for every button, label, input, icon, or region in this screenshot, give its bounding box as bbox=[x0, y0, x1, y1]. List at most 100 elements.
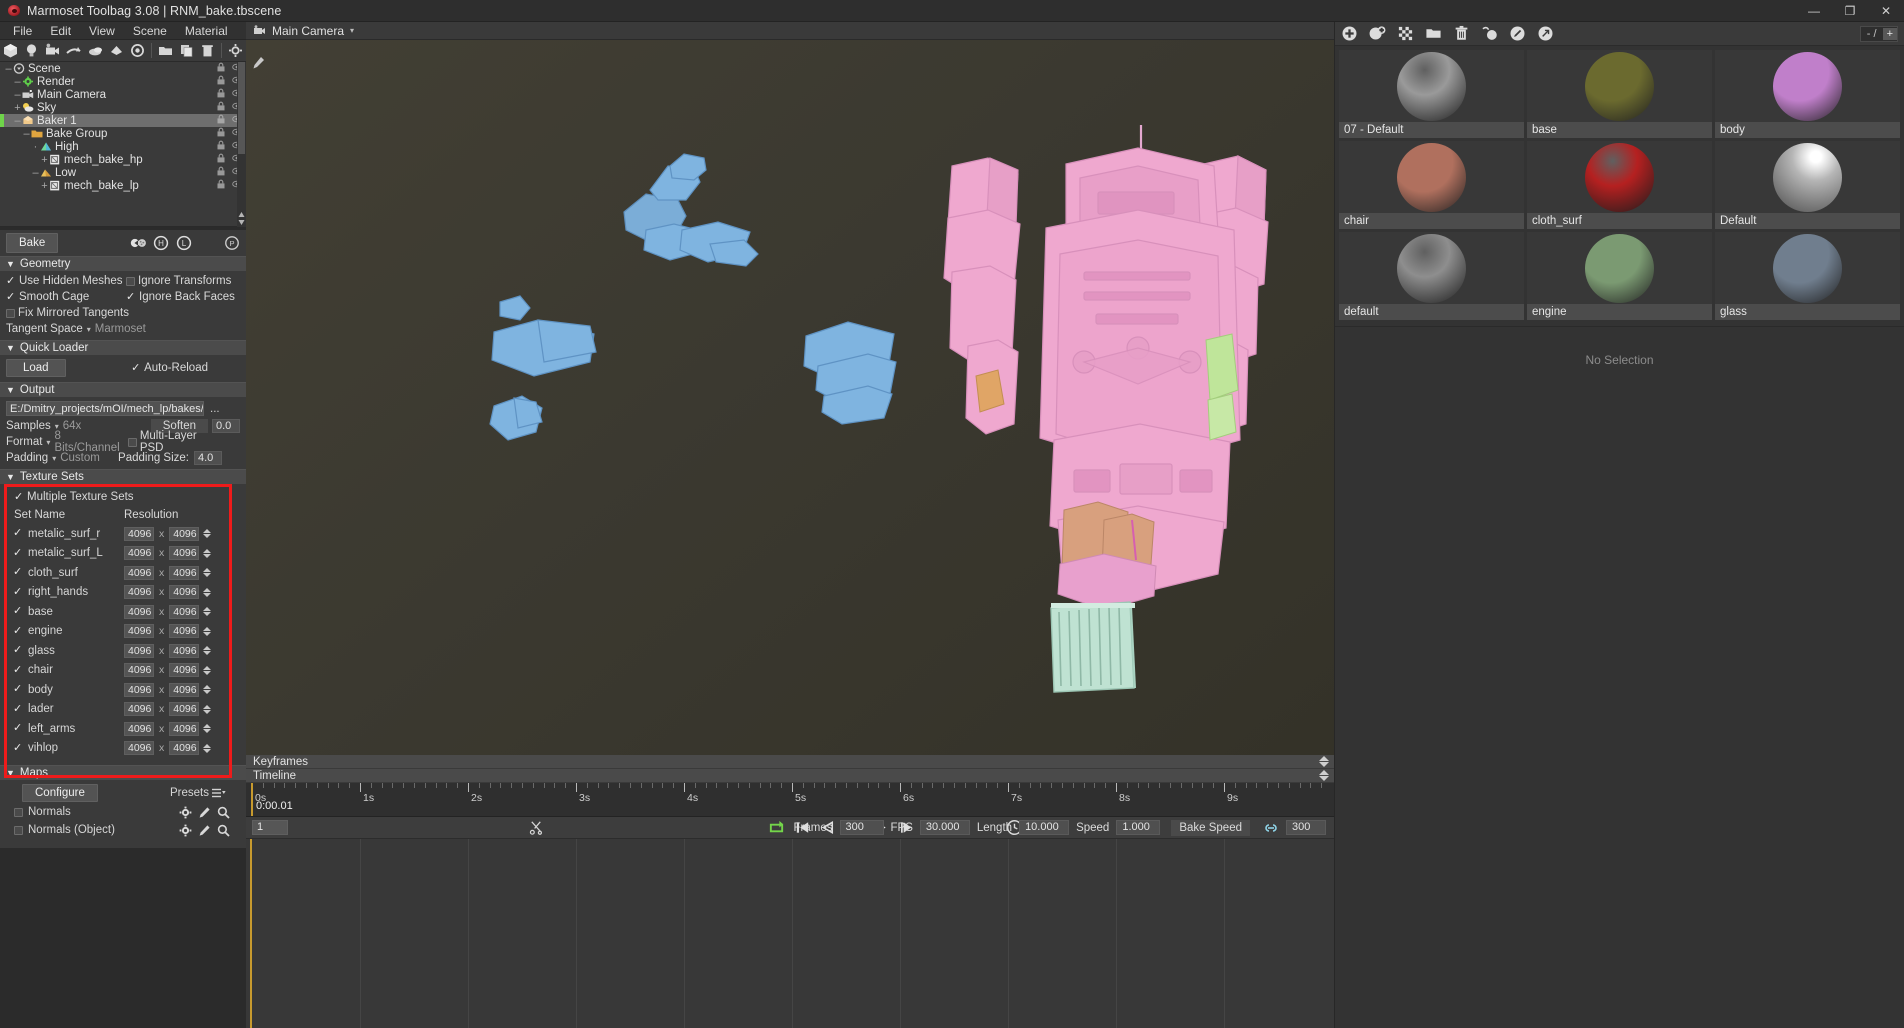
texture-set-checkbox[interactable]: ✓ bbox=[13, 704, 23, 715]
scroll-down-icon[interactable] bbox=[238, 219, 245, 226]
tree-toggle-icon[interactable]: – bbox=[22, 128, 31, 140]
tree-toggle-icon[interactable]: – bbox=[13, 76, 22, 88]
resolution-stepper[interactable] bbox=[203, 744, 211, 753]
lock-icon[interactable] bbox=[216, 114, 226, 127]
scene-tree-item[interactable]: ·High bbox=[0, 140, 246, 153]
scene-tree-item[interactable]: –Baker 1 bbox=[0, 114, 246, 127]
texture-set-height-input[interactable]: 4096 bbox=[169, 663, 199, 677]
menu-edit[interactable]: Edit bbox=[41, 22, 80, 40]
export-icon[interactable] bbox=[1537, 25, 1554, 42]
maximize-button[interactable]: ❐ bbox=[1832, 0, 1868, 22]
texture-set-row[interactable]: ✓left_arms4096x4096 bbox=[6, 719, 240, 739]
tracks-playhead[interactable] bbox=[250, 839, 252, 1028]
tree-toggle-icon[interactable]: · bbox=[31, 141, 40, 153]
texture-set-checkbox[interactable]: ✓ bbox=[13, 743, 23, 754]
close-button[interactable]: ✕ bbox=[1868, 0, 1904, 22]
speed-input[interactable]: 1.000 bbox=[1116, 820, 1160, 835]
fps-input[interactable]: 30.000 bbox=[920, 820, 970, 835]
tree-toggle-icon[interactable]: + bbox=[13, 102, 22, 114]
add-count-button[interactable]: + bbox=[1883, 28, 1897, 40]
texture-set-checkbox[interactable]: ✓ bbox=[13, 606, 23, 617]
output-section-header[interactable]: ▼ Output bbox=[0, 382, 246, 397]
scene-tree-item[interactable]: –Scene bbox=[0, 62, 246, 75]
gear-icon[interactable] bbox=[179, 824, 192, 837]
material-cell[interactable]: Default bbox=[1715, 141, 1900, 229]
tree-toggle-icon[interactable]: – bbox=[31, 167, 40, 179]
link-value-input[interactable]: 300 bbox=[1286, 820, 1326, 835]
resolution-stepper[interactable] bbox=[203, 627, 211, 636]
material-cell[interactable]: glass bbox=[1715, 232, 1900, 320]
light-icon[interactable] bbox=[21, 40, 42, 62]
resolution-stepper[interactable] bbox=[203, 529, 211, 538]
texture-set-row[interactable]: ✓lader4096x4096 bbox=[6, 700, 240, 720]
lock-icon[interactable] bbox=[216, 179, 226, 192]
duplicate-material-icon[interactable] bbox=[1369, 25, 1386, 42]
menu-scene[interactable]: Scene bbox=[124, 22, 176, 40]
edit-icon[interactable] bbox=[198, 824, 211, 837]
texture-set-height-input[interactable]: 4096 bbox=[169, 527, 199, 541]
gear-icon[interactable] bbox=[179, 806, 192, 819]
maps-collapse-icon[interactable]: ▼ bbox=[6, 768, 15, 778]
tree-toggle-icon[interactable]: – bbox=[13, 89, 22, 101]
texture-set-width-input[interactable]: 4096 bbox=[124, 546, 154, 560]
texture-set-width-input[interactable]: 4096 bbox=[124, 527, 154, 541]
texture-set-width-input[interactable]: 4096 bbox=[124, 566, 154, 580]
texture-set-row[interactable]: ✓body4096x4096 bbox=[6, 680, 240, 700]
texture-set-height-input[interactable]: 4096 bbox=[169, 683, 199, 697]
scene-tree-scrollbar[interactable] bbox=[237, 62, 246, 227]
keyframe-tracks[interactable] bbox=[246, 839, 1334, 1028]
material-cell[interactable]: chair bbox=[1339, 141, 1524, 229]
texture-set-width-input[interactable]: 4096 bbox=[124, 702, 154, 716]
viewport-3d[interactable] bbox=[246, 40, 1334, 755]
trash-icon[interactable] bbox=[1453, 25, 1470, 42]
scene-tree-item[interactable]: –Main Camera bbox=[0, 88, 246, 101]
lock-icon[interactable] bbox=[216, 153, 226, 166]
folder-icon[interactable] bbox=[155, 40, 176, 62]
map-row[interactable]: Normals (Object) bbox=[6, 821, 240, 839]
texture-set-checkbox[interactable]: ✓ bbox=[13, 567, 23, 578]
material-cell[interactable]: default bbox=[1339, 232, 1524, 320]
sky-icon[interactable] bbox=[85, 40, 106, 62]
geometry-collapse-icon[interactable]: ▼ bbox=[6, 259, 15, 269]
texture-set-checkbox[interactable]: ✓ bbox=[13, 548, 23, 559]
chevron-down-icon[interactable]: ▾ bbox=[46, 438, 50, 447]
scene-tree[interactable]: –Scene–Render–Main Camera+Sky–Baker 1–Ba… bbox=[0, 62, 246, 227]
multiple-texture-sets-checkbox[interactable]: ✓ Multiple Texture Sets bbox=[14, 491, 134, 503]
resolution-stepper[interactable] bbox=[203, 666, 211, 675]
scene-tree-item[interactable]: +mech_bake_hp bbox=[0, 153, 246, 166]
tree-toggle-icon[interactable]: + bbox=[40, 180, 49, 192]
material-cell[interactable]: body bbox=[1715, 50, 1900, 138]
map-checkbox[interactable] bbox=[14, 808, 23, 817]
texture-set-checkbox[interactable]: ✓ bbox=[13, 723, 23, 734]
scrollbar-thumb[interactable] bbox=[238, 62, 245, 154]
texture-set-row[interactable]: ✓base4096x4096 bbox=[6, 602, 240, 622]
material-cell[interactable]: base bbox=[1527, 50, 1712, 138]
resolution-stepper[interactable] bbox=[203, 646, 211, 655]
chevron-down-icon[interactable]: ▾ bbox=[87, 325, 91, 334]
keyframes-resize-handle[interactable] bbox=[1319, 756, 1329, 767]
texture-set-height-input[interactable]: 4096 bbox=[169, 546, 199, 560]
menu-material[interactable]: Material bbox=[176, 22, 237, 40]
resolution-stepper[interactable] bbox=[203, 685, 211, 694]
map-row[interactable]: Normals bbox=[6, 803, 240, 821]
texture-set-width-input[interactable]: 4096 bbox=[124, 741, 154, 755]
output-collapse-icon[interactable]: ▼ bbox=[6, 385, 15, 395]
texture-set-checkbox[interactable]: ✓ bbox=[13, 665, 23, 676]
quick-loader-collapse-icon[interactable]: ▼ bbox=[6, 343, 15, 353]
configure-button[interactable]: Configure bbox=[22, 784, 98, 802]
assign-icon[interactable] bbox=[1481, 25, 1498, 42]
texture-set-height-input[interactable]: 4096 bbox=[169, 702, 199, 716]
smooth-cage-checkbox[interactable]: ✓ Smooth Cage bbox=[6, 291, 126, 303]
maps-section-header[interactable]: ▼ Maps bbox=[0, 765, 246, 780]
texture-set-width-input[interactable]: 4096 bbox=[124, 644, 154, 658]
edit-icon[interactable] bbox=[1509, 25, 1526, 42]
texture-set-checkbox[interactable]: ✓ bbox=[13, 626, 23, 637]
scene-tree-item[interactable]: –Low bbox=[0, 166, 246, 179]
current-frame-input[interactable]: 1 bbox=[252, 820, 288, 835]
fog-icon[interactable] bbox=[106, 40, 127, 62]
resolution-stepper[interactable] bbox=[203, 705, 211, 714]
add-material-icon[interactable] bbox=[1341, 25, 1358, 42]
scroll-up-icon[interactable] bbox=[238, 211, 245, 218]
low-visibility-icon[interactable]: L bbox=[176, 235, 192, 251]
mesh-icon[interactable] bbox=[0, 40, 21, 62]
